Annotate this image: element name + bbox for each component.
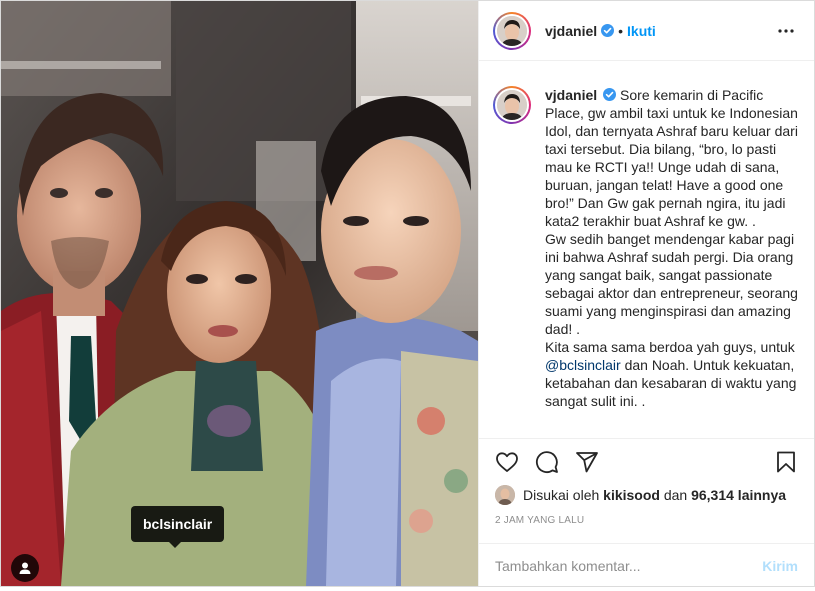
comment-input[interactable] — [495, 557, 763, 574]
photo-user-tag[interactable]: bclsinclair — [131, 506, 225, 548]
caption-body: Sore kemarin di Pacific Place, gw ambil … — [545, 87, 798, 355]
liker-username[interactable]: kikisood — [603, 487, 660, 503]
header-separator: • — [618, 22, 624, 39]
comment-icon[interactable] — [527, 442, 567, 482]
caption-section: vjdaniel Sore kemarin di Pacific Place, … — [479, 62, 814, 438]
verified-badge-icon — [603, 88, 617, 101]
likes-middle: dan — [659, 487, 692, 503]
caption-mention-link[interactable]: @bclsinclair — [545, 357, 621, 373]
heart-icon[interactable] — [487, 442, 527, 482]
avatar[interactable] — [493, 86, 531, 124]
post-dialog: bclsinclair vjdaniel • Ikuti vjdaniel So… — [0, 0, 815, 587]
caption-text: vjdaniel Sore kemarin di Pacific Place, … — [545, 86, 800, 438]
caption-username[interactable]: vjdaniel — [545, 87, 597, 103]
likes-count[interactable]: 96,314 — [691, 487, 734, 503]
header-username[interactable]: vjdaniel — [545, 23, 597, 39]
likes-prefix: Disukai oleh — [523, 487, 604, 503]
bookmark-icon[interactable] — [766, 442, 806, 482]
verified-badge-icon — [601, 24, 615, 37]
post-timestamp[interactable]: 2 jam yang lalu — [495, 515, 584, 526]
post-side-panel: vjdaniel • Ikuti vjdaniel Sore kemarin d… — [478, 1, 814, 586]
liker-avatar[interactable] — [495, 485, 515, 505]
likes-suffix[interactable]: lainnya — [734, 487, 786, 503]
post-comment-button[interactable]: Kirim — [762, 558, 798, 574]
more-options-icon[interactable] — [776, 21, 796, 41]
avatar[interactable] — [493, 11, 531, 50]
post-header: vjdaniel • Ikuti — [479, 1, 814, 61]
post-photo[interactable]: bclsinclair — [1, 1, 478, 586]
action-bar — [479, 438, 814, 484]
likes-summary: Disukai oleh kikisood dan 96,314 lainnya — [495, 484, 800, 506]
send-icon[interactable] — [567, 442, 607, 482]
user-icon[interactable] — [11, 554, 39, 582]
photo-illustration — [1, 1, 478, 586]
comment-form: Kirim — [479, 543, 814, 587]
follow-button[interactable]: Ikuti — [627, 23, 656, 39]
